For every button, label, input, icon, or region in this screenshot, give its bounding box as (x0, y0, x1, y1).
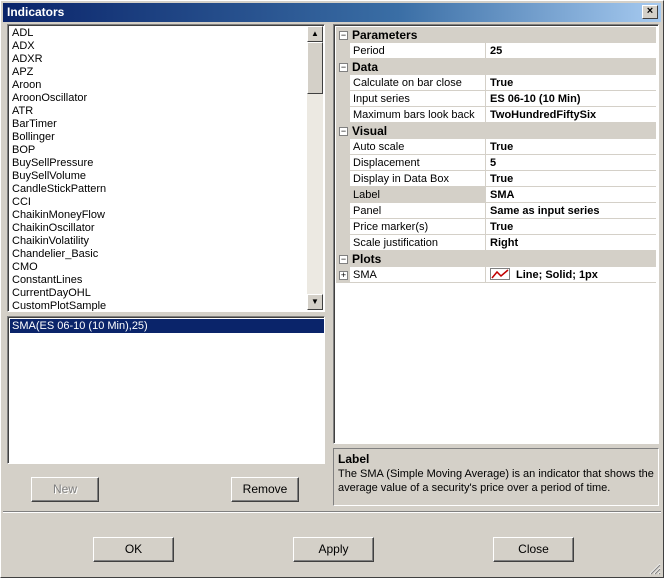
indicator-list-item[interactable]: ADX (10, 40, 308, 53)
property-value[interactable]: Right (487, 235, 656, 251)
indicator-list-item[interactable]: CandleStickPattern (10, 183, 308, 196)
property-value[interactable]: Line; Solid; 1px (487, 267, 656, 283)
property-row-panel[interactable]: Panel Same as input series (336, 203, 656, 219)
property-value[interactable]: True (487, 219, 656, 235)
indicator-list-item[interactable]: BuySellVolume (10, 170, 308, 183)
property-row-price-markers[interactable]: Price marker(s) True (336, 219, 656, 235)
category-label: Visual (352, 124, 388, 138)
resize-grip-icon[interactable] (649, 563, 661, 575)
expand-icon[interactable]: + (339, 271, 348, 280)
indicator-list[interactable]: ADL ADX ADXR APZ Aroon AroonOscillator ATR BarT… (7, 24, 325, 312)
collapse-icon[interactable]: − (339, 255, 348, 264)
close-icon[interactable]: × (642, 5, 658, 19)
plot-style-value: Line; Solid; 1px (516, 269, 598, 281)
indicator-list-item[interactable]: BOP (10, 144, 308, 157)
title-bar[interactable]: Indicators × (3, 3, 661, 22)
property-value[interactable]: 5 (487, 155, 656, 171)
ok-button[interactable]: OK (93, 537, 174, 562)
indicator-list-item[interactable]: ADXR (10, 53, 308, 66)
indicator-list-item[interactable]: AroonOscillator (10, 92, 308, 105)
property-value[interactable]: Same as input series (487, 203, 656, 219)
category-label: Parameters (352, 28, 418, 42)
property-value[interactable]: TwoHundredFiftySix (487, 107, 656, 123)
indicator-list-item[interactable]: ChaikinVolatility (10, 235, 308, 248)
scroll-up-arrow-icon[interactable]: ▲ (307, 26, 323, 42)
property-row-input-series[interactable]: Input series ES 06-10 (10 Min) (336, 91, 656, 107)
property-name: Display in Data Box (350, 171, 486, 187)
indicator-list-item[interactable]: Bollinger (10, 131, 308, 144)
indicator-list-item[interactable]: ChaikinOscillator (10, 222, 308, 235)
category-label: Data (352, 60, 379, 74)
indicator-list-item[interactable]: BarTimer (10, 118, 308, 131)
property-name: Period (350, 43, 486, 59)
category-data[interactable]: − Data (336, 59, 656, 75)
line-style-icon (490, 268, 510, 281)
property-row-sma-plot[interactable]: + SMA Line; Solid; 1px (336, 267, 656, 283)
scroll-thumb[interactable] (307, 42, 323, 94)
indicator-list-items: ADL ADX ADXR APZ Aroon AroonOscillator ATR BarT… (10, 27, 308, 311)
property-value[interactable]: 25 (487, 43, 656, 59)
indicator-list-item[interactable]: CurrentDayOHL (10, 287, 308, 300)
property-name: Displacement (350, 155, 486, 171)
indicator-list-item[interactable]: APZ (10, 66, 308, 79)
property-row-scale-justification[interactable]: Scale justification Right (336, 235, 656, 251)
collapse-icon[interactable]: − (339, 63, 348, 72)
indicator-list-item[interactable]: Chandelier_Basic (10, 248, 308, 261)
property-row-display-in-data-box[interactable]: Display in Data Box True (336, 171, 656, 187)
description-title: Label (338, 452, 370, 466)
apply-button[interactable]: Apply (293, 537, 374, 562)
property-value[interactable]: SMA (487, 187, 656, 203)
property-value[interactable]: True (487, 171, 656, 187)
scroll-down-arrow-icon[interactable]: ▼ (307, 294, 323, 310)
indicator-list-item[interactable]: ADL (10, 27, 308, 40)
window-title: Indicators (7, 5, 65, 19)
close-button[interactable]: Close (493, 537, 574, 562)
new-button[interactable]: New (31, 477, 99, 502)
property-value[interactable]: True (487, 75, 656, 91)
property-name: Maximum bars look back (350, 107, 486, 123)
category-plots[interactable]: − Plots (336, 251, 656, 267)
property-row-maximum-bars-look-back[interactable]: Maximum bars look back TwoHundredFiftySi… (336, 107, 656, 123)
indicator-list-item[interactable]: CCI (10, 196, 308, 209)
indicator-list-item[interactable]: CMO (10, 261, 308, 274)
indicators-dialog: Indicators × ADL ADX ADXR APZ Aroon AroonOsci… (0, 0, 664, 578)
indicator-list-item[interactable]: ConstantLines (10, 274, 308, 287)
category-parameters[interactable]: − Parameters (336, 27, 656, 43)
property-value[interactable]: ES 06-10 (10 Min) (487, 91, 656, 107)
property-name: Auto scale (350, 139, 486, 155)
applied-indicators-list[interactable]: SMA(ES 06-10 (10 Min),25) (7, 316, 325, 464)
indicator-list-item[interactable]: CustomPlotSample (10, 300, 308, 311)
property-row-auto-scale[interactable]: Auto scale True (336, 139, 656, 155)
indicator-list-scrollbar[interactable]: ▲ ▼ (307, 26, 323, 310)
property-name: Scale justification (350, 235, 486, 251)
property-description: Label The SMA (Simple Moving Average) is… (333, 448, 659, 506)
applied-indicator-item[interactable]: SMA(ES 06-10 (10 Min),25) (10, 319, 324, 333)
property-row-displacement[interactable]: Displacement 5 (336, 155, 656, 171)
divider (3, 511, 661, 513)
property-row-calculate-on-bar-close[interactable]: Calculate on bar close True (336, 75, 656, 91)
indicator-list-item[interactable]: Aroon (10, 79, 308, 92)
property-name: Input series (350, 91, 486, 107)
property-row-period[interactable]: Period 25 (336, 43, 656, 59)
indicator-list-item[interactable]: BuySellPressure (10, 157, 308, 170)
description-text: The SMA (Simple Moving Average) is an in… (338, 468, 654, 494)
property-name: Price marker(s) (350, 219, 486, 235)
property-grid[interactable]: − Parameters Period 25 − Data Calculate … (333, 24, 659, 444)
category-visual[interactable]: − Visual (336, 123, 656, 139)
property-name: Panel (350, 203, 486, 219)
collapse-icon[interactable]: − (339, 31, 348, 40)
property-name: Calculate on bar close (350, 75, 486, 91)
category-label: Plots (352, 252, 382, 266)
indicator-list-item[interactable]: ChaikinMoneyFlow (10, 209, 308, 222)
indicator-list-item[interactable]: ATR (10, 105, 308, 118)
property-name: SMA (350, 267, 486, 283)
property-row-label[interactable]: Label SMA (336, 187, 656, 203)
property-value[interactable]: True (487, 139, 656, 155)
remove-button[interactable]: Remove (231, 477, 299, 502)
property-name: Label (350, 187, 486, 203)
collapse-icon[interactable]: − (339, 127, 348, 136)
